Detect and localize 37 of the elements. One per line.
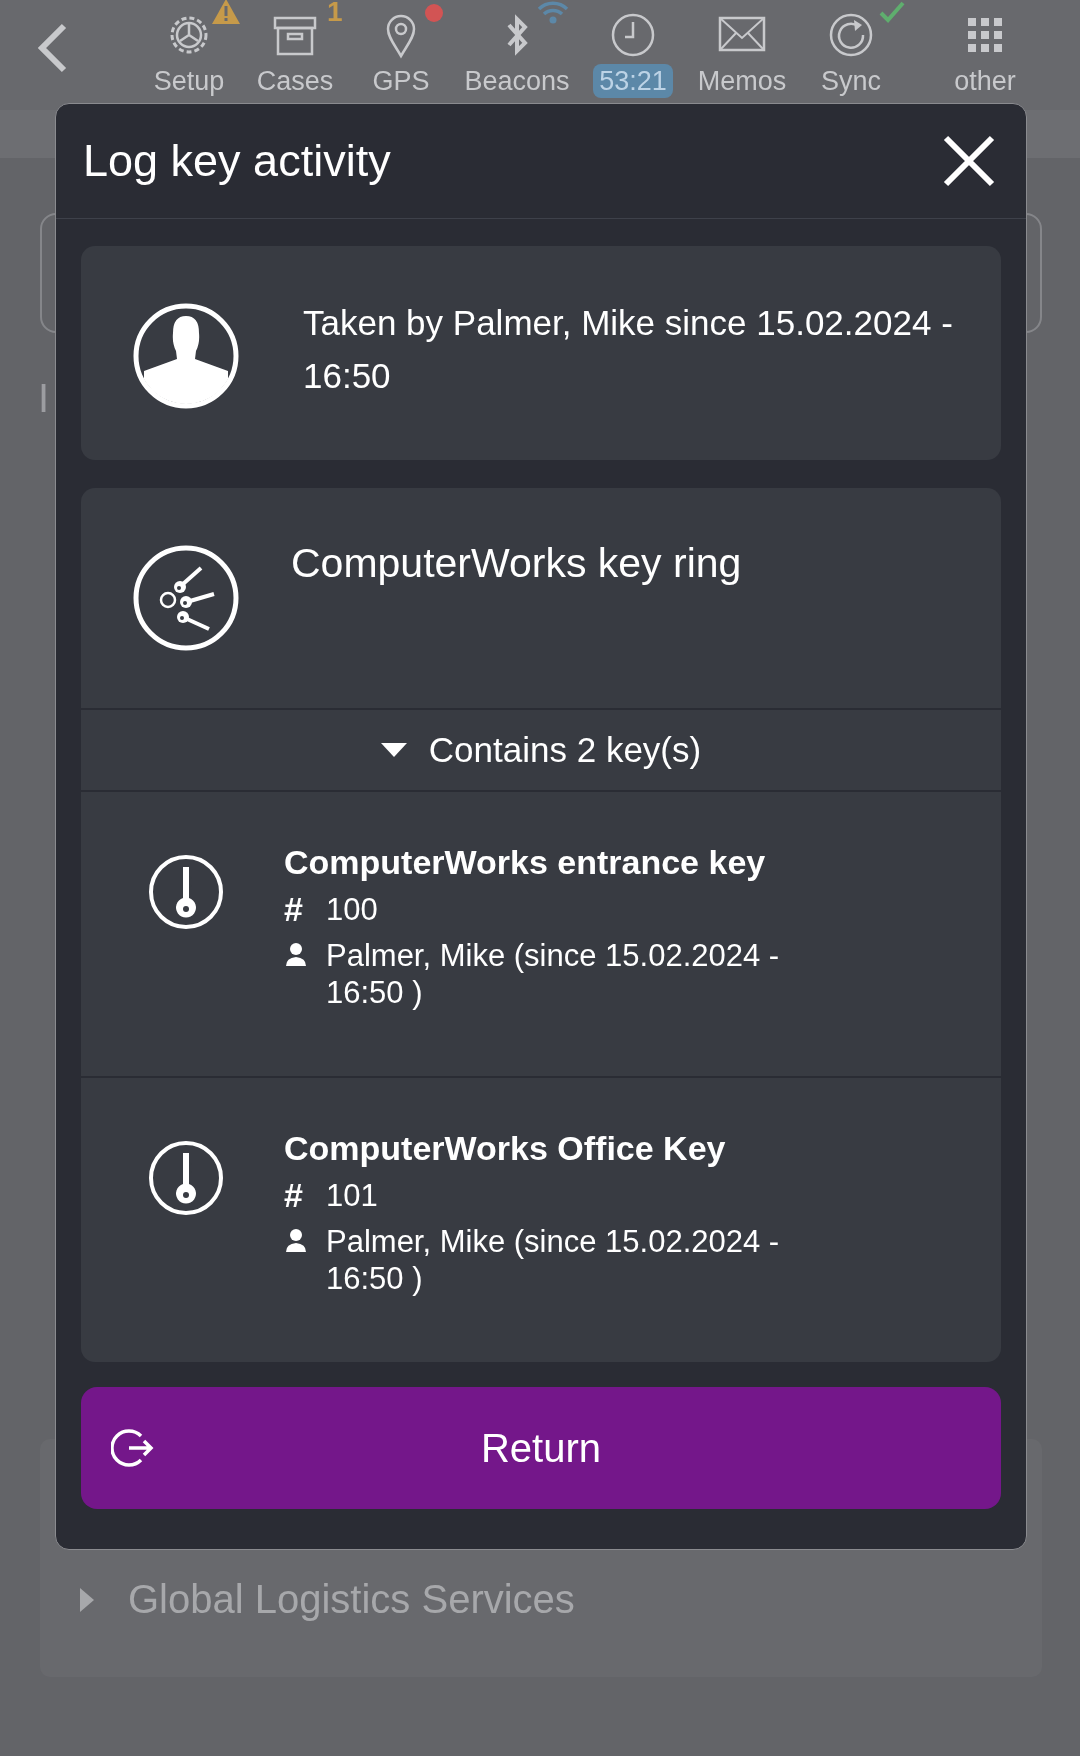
nav-button[interactable]: Memos bbox=[686, 0, 798, 98]
close-icon bbox=[942, 134, 996, 188]
background-label: I bbox=[38, 375, 50, 421]
nav-button[interactable]: Cases 1 bbox=[242, 0, 348, 98]
close-button[interactable] bbox=[942, 134, 996, 188]
key-holder: Palmer, Mike (since 15.02.2024 - 16:50 ) bbox=[326, 937, 781, 1011]
holder-text: Taken by Palmer, Mike since 15.02.2024 - 16:50 bbox=[303, 302, 954, 397]
number-sign: # bbox=[284, 1176, 304, 1215]
key-ring-name: ComputerWorks key ring bbox=[291, 540, 742, 587]
key-icon bbox=[148, 854, 224, 930]
section-title[interactable]: Global Logistics Services bbox=[128, 1577, 575, 1622]
person-icon bbox=[284, 1228, 308, 1252]
return-button[interactable]: Return bbox=[81, 1387, 1001, 1509]
count-label: 1 bbox=[327, 0, 343, 28]
nav-button[interactable]: other bbox=[910, 0, 1060, 98]
key-ring-icon bbox=[133, 545, 239, 651]
number-sign: # bbox=[284, 890, 304, 929]
key-row[interactable]: ComputerWorks Office Key # 101 Palmer, Mike (since 15.02.2024 - 16:50 ) bbox=[81, 1076, 1001, 1362]
wifi-icon bbox=[537, 0, 569, 24]
nav-button[interactable]: Setup bbox=[136, 0, 242, 98]
key-icon bbox=[148, 1140, 224, 1216]
nav-button[interactable]: 53:21 bbox=[580, 0, 686, 98]
dialog-title: Log key activity bbox=[83, 135, 391, 187]
key-number: 100 bbox=[326, 891, 378, 928]
nav-button[interactable]: Beacons bbox=[454, 0, 580, 98]
key-name: ComputerWorks Office Key bbox=[284, 1128, 727, 1168]
person-icon bbox=[284, 942, 308, 966]
nav-button[interactable]: GPS bbox=[348, 0, 454, 98]
key-holder: Palmer, Mike (since 15.02.2024 - 16:50 ) bbox=[326, 1223, 781, 1297]
key-number: 101 bbox=[326, 1177, 378, 1214]
nav-button[interactable]: Sync bbox=[798, 0, 904, 98]
key-row[interactable]: ComputerWorks entrance key # 100 Palmer, Mike (since 15.02.2024 - 16:50 ) bbox=[81, 792, 1001, 1076]
key-name: ComputerWorks entrance key bbox=[284, 842, 767, 882]
alert-dot-icon bbox=[425, 4, 443, 22]
contents-toggle[interactable]: Contains 2 key(s) bbox=[81, 708, 1001, 792]
person-avatar-icon bbox=[133, 303, 239, 409]
check-icon bbox=[879, 0, 905, 24]
